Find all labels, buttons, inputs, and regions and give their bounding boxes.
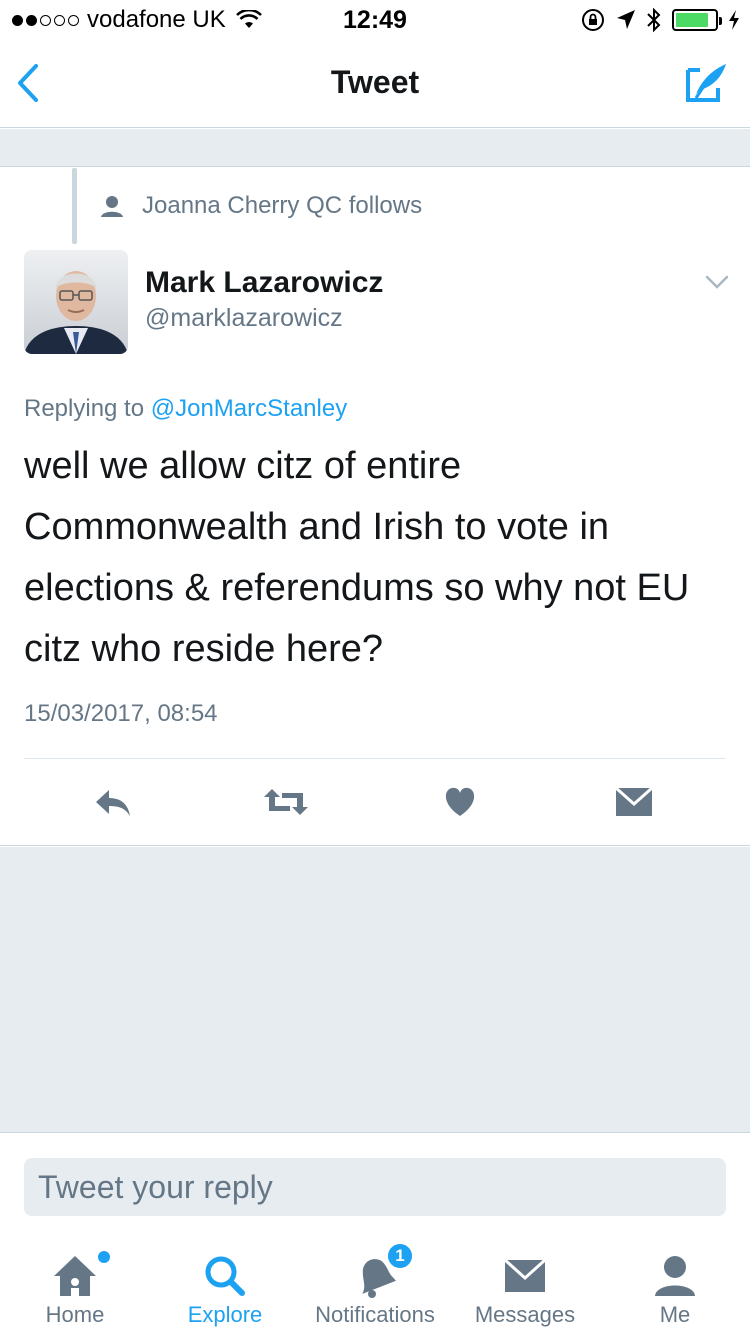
tab-notifications[interactable]: 1 Notifications: [300, 1234, 450, 1334]
tab-label: Explore: [187, 1302, 263, 1327]
tweet-timestamp: 15/03/2017, 08:54: [24, 700, 218, 727]
nav-bar: Tweet: [0, 40, 750, 128]
reply-composer: [0, 1134, 750, 1234]
battery-icon: [672, 9, 722, 31]
tweet-detail: Joanna Cherry QC follows Mark Lazarowicz…: [0, 168, 750, 846]
notification-badge: 1: [386, 1242, 414, 1270]
envelope-icon: [503, 1258, 547, 1292]
tab-me[interactable]: Me: [600, 1234, 750, 1334]
tab-label: Messages: [474, 1302, 576, 1327]
author-name[interactable]: Mark Lazarowicz: [145, 266, 383, 300]
separator-band: [0, 129, 750, 167]
tab-explore[interactable]: Explore: [150, 1234, 300, 1334]
replying-to-prefix: Replying to: [24, 395, 145, 422]
status-right: [580, 7, 740, 33]
retweet-icon: [264, 789, 308, 815]
lock-rotation-icon: [582, 9, 604, 31]
person-icon: [101, 196, 123, 217]
home-unread-dot: [98, 1251, 110, 1263]
tab-messages[interactable]: Messages: [450, 1234, 600, 1334]
home-icon: [54, 1256, 96, 1296]
reply-icon: [96, 790, 130, 816]
search-icon: [205, 1256, 245, 1296]
avatar[interactable]: [24, 250, 128, 354]
replying-to-mention[interactable]: @JonMarcStanley: [151, 395, 347, 422]
tab-label: Home: [45, 1302, 105, 1327]
thread-line: [72, 168, 77, 244]
empty-area: [0, 847, 750, 1133]
like-icon: [445, 787, 475, 816]
social-context[interactable]: Joanna Cherry QC follows: [100, 192, 422, 220]
chevron-down-icon[interactable]: [704, 272, 730, 292]
location-icon: [617, 10, 635, 29]
profile-icon: [655, 1256, 695, 1296]
tab-home[interactable]: Home: [0, 1234, 150, 1334]
tab-label: Notifications: [315, 1302, 435, 1327]
bluetooth-icon: [647, 7, 661, 33]
reply-input[interactable]: [24, 1158, 726, 1216]
reply-button[interactable]: [85, 780, 141, 824]
divider: [24, 758, 726, 759]
retweet-button[interactable]: [258, 780, 314, 824]
direct-message-button[interactable]: [606, 780, 662, 824]
charging-icon: [729, 10, 739, 30]
author-handle[interactable]: @marklazarowicz: [145, 304, 343, 333]
compose-tweet-icon[interactable]: [682, 60, 732, 106]
tab-bar: Home Explore 1 Notifications Messages Me: [0, 1234, 750, 1334]
social-context-label: Joanna Cherry QC follows: [142, 192, 423, 219]
tab-label: Me: [659, 1302, 691, 1327]
status-bar: vodafone UK 12:49: [0, 0, 750, 40]
like-button[interactable]: [432, 780, 488, 824]
page-title: Tweet: [330, 64, 420, 100]
tweet-text: well we allow citz of entire Commonwealt…: [24, 445, 690, 670]
direct-message-icon: [615, 787, 653, 816]
replying-to: Replying to @JonMarcStanley: [24, 395, 347, 423]
tweet-actions: [0, 780, 750, 824]
